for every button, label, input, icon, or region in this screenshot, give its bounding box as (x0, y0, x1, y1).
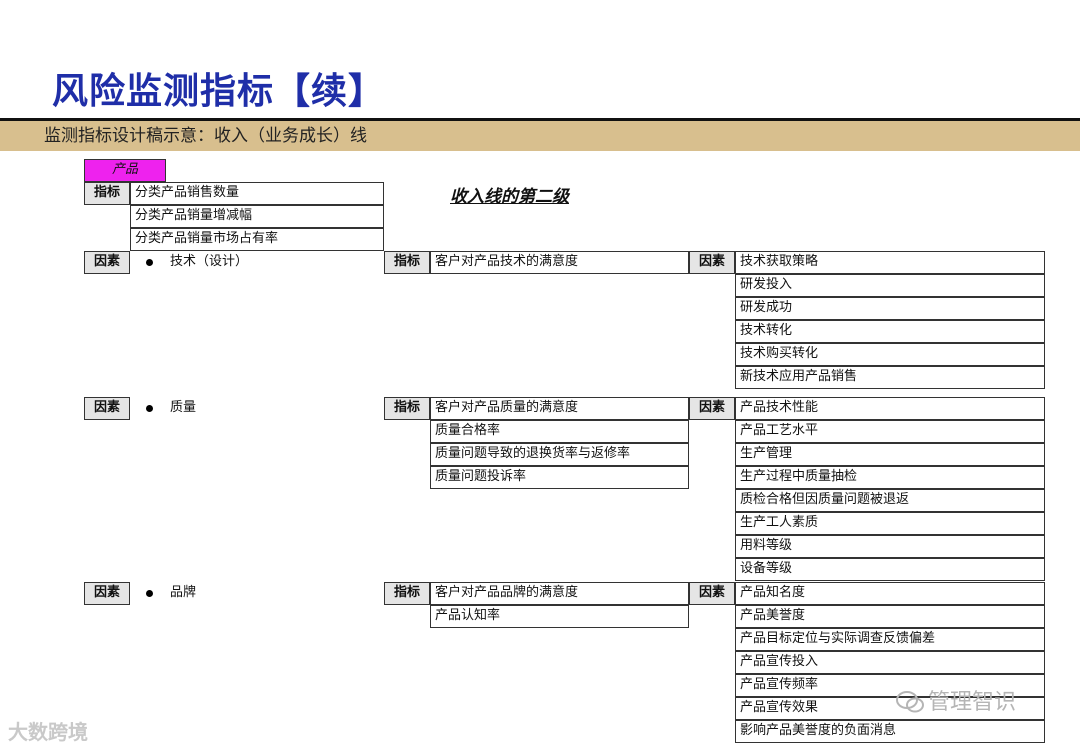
level-title: 收入线的第二级 (450, 187, 569, 207)
group1-indicator-label: 指标 (384, 251, 430, 274)
group1-factor-text: 技术（设计） (170, 254, 249, 269)
group2-subfactor-5: 质检合格但因质量问题被退返 (735, 489, 1045, 512)
group2-subfactor-3: 生产管理 (735, 443, 1045, 466)
group2-indicator-1: 客户对产品质量的满意度 (430, 397, 689, 420)
group3-indicator-label: 指标 (384, 582, 430, 605)
group2-subfactor-8: 设备等级 (735, 558, 1045, 581)
watermark-left: 大数跨境 (8, 720, 88, 744)
wechat-icon (896, 691, 924, 713)
page-title: 风险监测指标【续】 (52, 71, 386, 112)
group3-subfactor-label: 因素 (689, 582, 735, 605)
group1-subfactor-5: 技术购买转化 (735, 343, 1045, 366)
group3-indicator-2: 产品认知率 (430, 605, 689, 628)
group2-subfactor-7: 用料等级 (735, 535, 1045, 558)
group3-factor-text: 品牌 (170, 585, 197, 600)
group3-subfactor-2: 产品美誉度 (735, 605, 1045, 628)
group3-subfactor-4: 产品宣传投入 (735, 651, 1045, 674)
group1-bullet (146, 259, 153, 266)
group1-subfactor-1: 技术获取策略 (735, 251, 1045, 274)
top-indicator-label: 指标 (84, 182, 130, 205)
group2-factor-text: 质量 (170, 400, 197, 415)
top-indicator-3: 分类产品销量市场占有率 (130, 228, 384, 251)
group2-indicator-label: 指标 (384, 397, 430, 420)
group2-subfactor-4: 生产过程中质量抽检 (735, 466, 1045, 489)
group2-indicator-2: 质量合格率 (430, 420, 689, 443)
group1-subfactor-4: 技术转化 (735, 320, 1045, 343)
group3-subfactor-3: 产品目标定位与实际调查反馈偏差 (735, 628, 1045, 651)
group3-subfactor-7: 影响产品美誉度的负面消息 (735, 720, 1045, 743)
group3-indicator-1: 客户对产品品牌的满意度 (430, 582, 689, 605)
group1-subfactor-label: 因素 (689, 251, 735, 274)
group1-subfactor-2: 研发投入 (735, 274, 1045, 297)
group2-bullet (146, 405, 153, 412)
group2-indicator-4: 质量问题投诉率 (430, 466, 689, 489)
group1-indicator-1: 客户对产品技术的满意度 (430, 251, 689, 274)
group1-subfactor-3: 研发成功 (735, 297, 1045, 320)
group3-factor-label: 因素 (84, 582, 130, 605)
top-indicator-1: 分类产品销售数量 (130, 182, 384, 205)
group2-subfactor-1: 产品技术性能 (735, 397, 1045, 420)
group2-subfactor-label: 因素 (689, 397, 735, 420)
watermark-right-text: 管理智识 (928, 690, 1017, 715)
group2-subfactor-6: 生产工人素质 (735, 512, 1045, 535)
product-label-box: 产品 (84, 159, 166, 182)
group3-subfactor-1: 产品知名度 (735, 582, 1045, 605)
group3-bullet (146, 590, 153, 597)
group2-indicator-3: 质量问题导致的退换货率与返修率 (430, 443, 689, 466)
group1-subfactor-6: 新技术应用产品销售 (735, 366, 1045, 389)
watermark-right: 管理智识 (896, 684, 1016, 716)
subtitle-band: 监测指标设计稿示意：收入（业务成长）线 (0, 121, 1080, 151)
top-indicator-2: 分类产品销量增减幅 (130, 205, 384, 228)
group1-factor-label: 因素 (84, 251, 130, 274)
group2-subfactor-2: 产品工艺水平 (735, 420, 1045, 443)
group2-factor-label: 因素 (84, 397, 130, 420)
